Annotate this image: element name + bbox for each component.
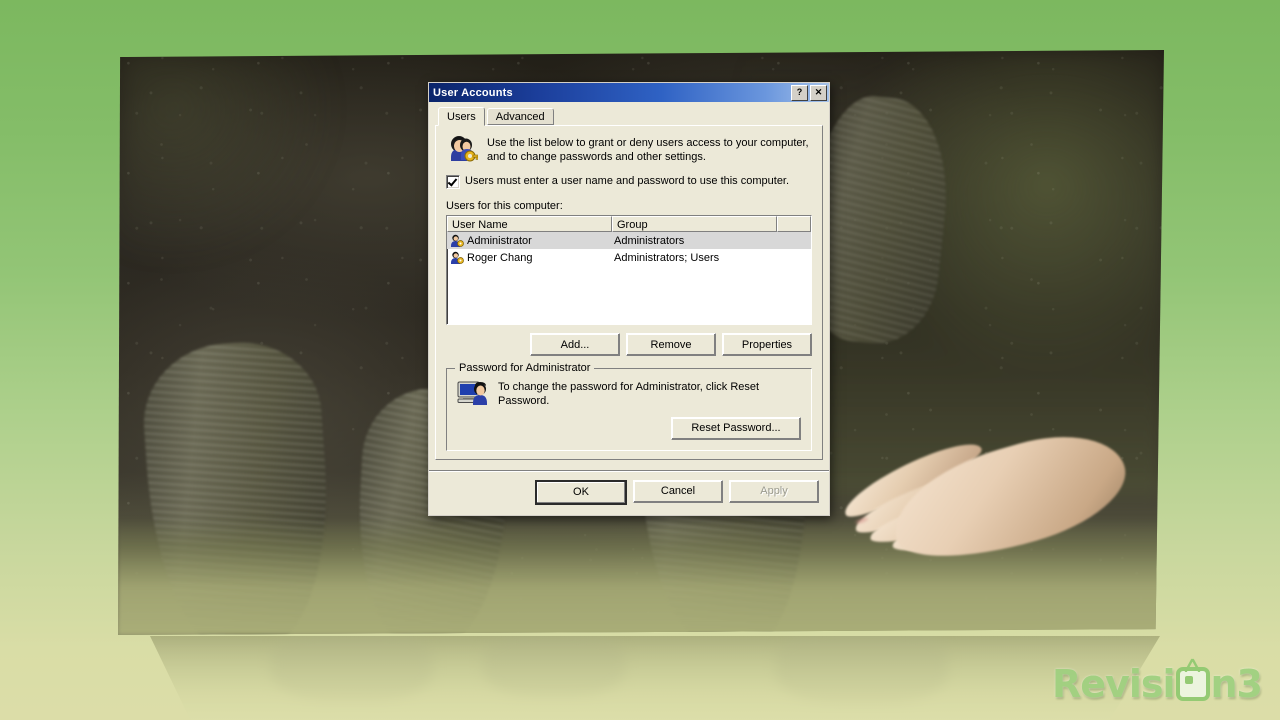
require-logon-checkbox[interactable] [446, 175, 460, 189]
dialog-titlebar[interactable]: User Accounts ? ✕ [429, 83, 829, 102]
antenna-icon [1184, 658, 1200, 672]
computer-user-icon [457, 381, 487, 405]
table-row[interactable]: Roger Chang Administrators; Users [447, 249, 811, 266]
table-row[interactable]: Administrator Administrators [447, 232, 811, 249]
dialog-body: Users Advanced Use the list below to gra… [429, 102, 829, 515]
tab-strip: Users Advanced [435, 107, 823, 126]
password-instruction-text: To change the password for Administrator… [498, 381, 760, 408]
listview-header: User Name Group [447, 216, 811, 232]
fingernail [853, 516, 868, 524]
remove-button[interactable]: Remove [626, 333, 716, 356]
add-button[interactable]: Add... [530, 333, 620, 356]
tab-users[interactable]: Users [438, 107, 485, 126]
reset-password-button[interactable]: Reset Password... [671, 416, 801, 440]
users-tab-panel: Use the list below to grant or deny user… [435, 125, 823, 460]
intro-section: Use the list below to grant or deny user… [446, 135, 812, 165]
help-button[interactable]: ? [791, 84, 808, 101]
list-action-buttons: Add... Remove Properties [446, 333, 812, 356]
user-accounts-dialog: User Accounts ? ✕ Users Advanced Use the… [428, 82, 830, 516]
cell-user-name: Roger Chang [450, 251, 612, 265]
column-header-spacer[interactable] [777, 216, 811, 232]
watermark-text-after: n3 [1210, 662, 1263, 706]
reflection-fade [150, 636, 1160, 720]
intro-text: Use the list below to grant or deny user… [487, 137, 809, 164]
listview-rows: Administrator Administrators Roger Chang… [447, 232, 811, 324]
user-name-text: Roger Chang [467, 251, 533, 264]
password-groupbox-row: To change the password for Administrator… [457, 379, 801, 409]
user-account-icon [451, 251, 464, 264]
tab-advanced[interactable]: Advanced [486, 108, 554, 125]
users-list-label: Users for this computer: [446, 200, 563, 212]
palm [880, 416, 1137, 578]
revision3-watermark: Revisi n3 [1052, 658, 1263, 706]
column-header-user-name[interactable]: User Name [447, 216, 612, 232]
password-groupbox-title: Password for Administrator [455, 362, 595, 374]
apply-button: Apply [729, 479, 819, 503]
require-logon-checkbox-row[interactable]: Users must enter a user name and passwor… [446, 175, 812, 189]
properties-button[interactable]: Properties [722, 333, 812, 356]
users-listview[interactable]: User Name Group Administrator Administra… [446, 215, 812, 325]
cell-user-name: Administrator [450, 234, 612, 248]
cell-group: Administrators; Users [614, 251, 720, 264]
screen-stage: Revisi n3 User Accounts ? ✕ Users Advanc… [0, 0, 1280, 720]
cancel-button[interactable]: Cancel [633, 479, 723, 503]
ok-button[interactable]: OK [535, 479, 627, 505]
close-button[interactable]: ✕ [810, 84, 827, 101]
cell-group: Administrators [614, 234, 685, 247]
dialog-footer: OK Cancel Apply [435, 472, 823, 509]
frame-reflection [150, 636, 1160, 720]
password-groupbox: Password for Administrator To change the… [446, 362, 812, 451]
column-header-group[interactable]: Group [612, 216, 777, 232]
dialog-title: User Accounts [433, 86, 513, 99]
password-button-row: Reset Password... [457, 416, 801, 440]
tv-antenna-icon [1175, 658, 1210, 701]
users-key-icon [451, 136, 478, 162]
watermark-text-before: Revisi [1052, 662, 1175, 706]
user-name-text: Administrator [467, 234, 532, 247]
user-account-icon [451, 234, 464, 247]
require-logon-label: Users must enter a user name and passwor… [465, 175, 790, 187]
